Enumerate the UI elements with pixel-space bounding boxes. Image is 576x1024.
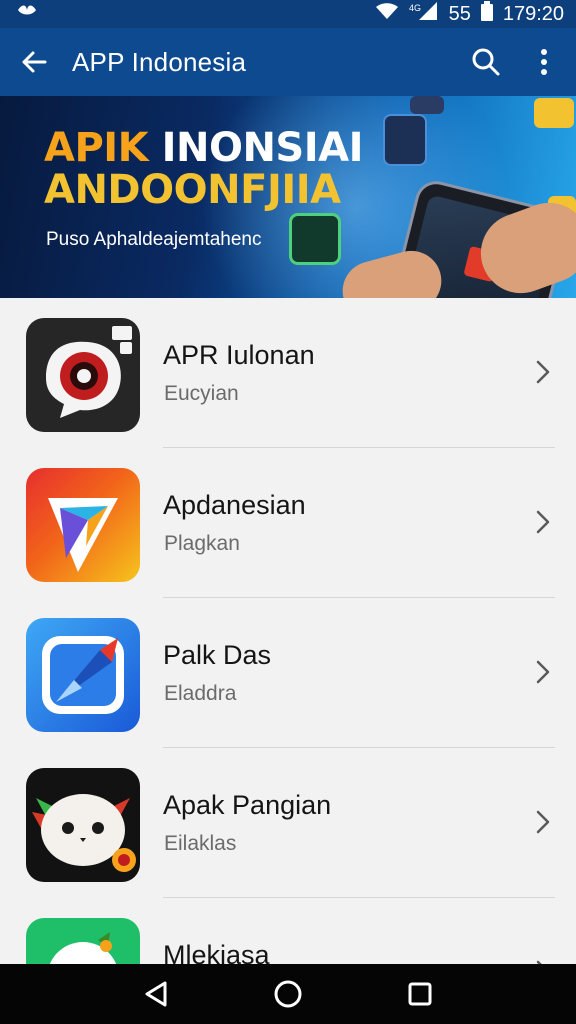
home-circle-icon <box>274 980 302 1008</box>
more-vert-icon <box>541 49 547 75</box>
banner-tile-icon <box>292 216 338 262</box>
list-item[interactable]: Apdanesian Plagkan <box>0 448 576 598</box>
banner-title-line-1: APIK INONSIAI <box>44 126 363 170</box>
app-title: Palk Das <box>163 640 272 670</box>
app-bar: APP Indonesia <box>0 28 576 96</box>
chevron-right-icon <box>536 510 550 534</box>
page-title: APP Indonesia <box>72 46 247 77</box>
chevron-right-icon <box>536 360 550 384</box>
wifi-icon <box>375 2 399 26</box>
notification-icon <box>16 2 38 26</box>
banner-tile-icon <box>385 116 425 164</box>
app-title: Apak Pangian <box>163 790 332 820</box>
app-subtitle: Eladdra <box>164 682 237 705</box>
banner-subtitle: Puso Aphaldeajemtahenc <box>46 229 262 250</box>
back-triangle-icon <box>145 981 167 1007</box>
search-button[interactable] <box>466 42 506 82</box>
nav-recents-button[interactable] <box>398 972 442 1016</box>
banner-title-line-2: ANDOONFJIIA <box>44 167 341 213</box>
battery-percent: 55 <box>448 2 471 25</box>
mascot-face-icon <box>26 768 140 882</box>
system-nav-bar <box>0 964 576 1024</box>
status-right: 4G 55 179:20 <box>375 1 564 27</box>
app-subtitle: Eucyian <box>164 382 239 405</box>
app-title: APR Iulonan <box>163 340 315 370</box>
app-title: Apdanesian <box>163 490 306 520</box>
banner-tile-icon <box>410 96 444 114</box>
blue-chat-icon <box>26 618 140 732</box>
screen: 4G 55 179:20 APP Indonesia APIK INONSIAI… <box>0 0 576 1024</box>
more-options-button[interactable] <box>524 42 564 82</box>
list-item[interactable]: Apak Pangian Eilaklas <box>0 748 576 898</box>
svg-text:4G: 4G <box>409 3 421 13</box>
play-triangle-icon <box>26 468 140 582</box>
battery-icon <box>480 1 493 27</box>
app-subtitle: Plagkan <box>164 532 240 555</box>
chevron-right-icon <box>536 660 550 684</box>
signal-icon: 4G <box>409 1 439 27</box>
app-list: APR Iulonan Eucyian Apdanesian Plagkan P… <box>0 298 576 1024</box>
back-button[interactable] <box>14 42 54 82</box>
nav-home-button[interactable] <box>266 972 310 1016</box>
back-arrow-icon <box>22 51 47 73</box>
list-item[interactable]: APR Iulonan Eucyian <box>0 298 576 448</box>
red-speaker-icon <box>26 318 140 432</box>
clock: 179:20 <box>502 2 564 25</box>
app-subtitle: Eilaklas <box>164 832 237 855</box>
banner-title-part-b: INONSIAI <box>148 125 364 171</box>
chevron-right-icon <box>536 810 550 834</box>
recents-square-icon <box>408 982 432 1006</box>
banner-tile-icon <box>534 98 574 128</box>
status-left <box>16 2 38 26</box>
nav-back-button[interactable] <box>134 972 178 1016</box>
search-icon <box>472 48 500 76</box>
banner-title-part-a: APIK <box>44 125 149 171</box>
app-bar-actions <box>466 42 564 82</box>
list-item[interactable]: Palk Das Eladdra <box>0 598 576 748</box>
status-bar: 4G 55 179:20 <box>0 0 576 28</box>
promo-banner[interactable]: APIK INONSIAI ANDOONFJIIA Puso Aphaldeaj… <box>0 96 576 298</box>
